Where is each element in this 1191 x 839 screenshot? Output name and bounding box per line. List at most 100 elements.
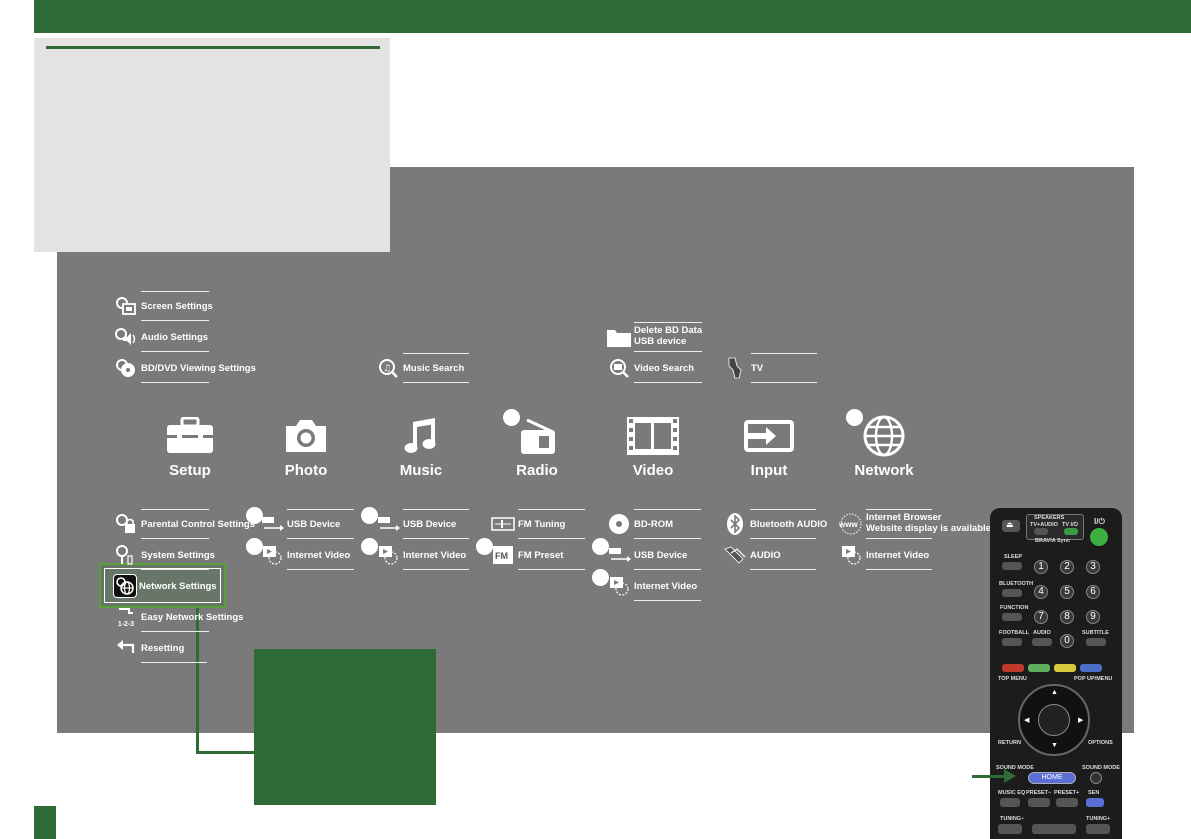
tuning-plus-button[interactable] (1086, 824, 1110, 834)
internet-browser-line1: Internet Browser (866, 512, 942, 523)
menu-item-system-settings[interactable]: System Settings (113, 540, 215, 570)
category-setup[interactable]: Setup (140, 412, 240, 479)
bluetooth-button[interactable] (1002, 589, 1022, 597)
input-icon (719, 412, 819, 460)
tv-audio-button[interactable] (1034, 528, 1048, 535)
menu-item-bd-dvd-viewing-settings[interactable]: BD/DVD Viewing Settings (113, 353, 256, 383)
category-label: Setup (169, 462, 211, 479)
menu-item-photo-internet-video[interactable]: Internet Video (259, 540, 354, 570)
menu-item-music-internet-video[interactable]: Internet Video (375, 540, 469, 570)
subtitle-label: SUBTITLE (1082, 630, 1109, 636)
return-label: RETURN (998, 740, 1021, 746)
right-arrow-icon: ▶ (1078, 717, 1084, 724)
category-video[interactable]: Video (603, 412, 703, 479)
category-input[interactable]: Input (719, 412, 819, 479)
menu-item-resetting[interactable]: Resetting (113, 633, 207, 663)
green-button[interactable] (1028, 664, 1050, 672)
folder-icon (606, 325, 632, 349)
power-label: I/⏻ (1094, 517, 1105, 526)
svg-text:FM: FM (495, 551, 508, 561)
category-radio[interactable]: Radio (487, 412, 587, 479)
sound-mode-plus-button[interactable] (1090, 772, 1102, 784)
indicator-dot (503, 409, 520, 426)
menu-item-tv[interactable]: TV (723, 353, 817, 383)
number-3-button[interactable]: 3 (1086, 560, 1100, 574)
menu-item-audio-input[interactable]: AUDIO (722, 540, 816, 570)
audio-button[interactable] (1032, 638, 1052, 646)
internet-browser-line2: Website display is available (866, 523, 991, 534)
usb-icon (375, 512, 401, 536)
menu-item-network-internet-video[interactable]: Internet Video (838, 540, 932, 570)
red-button[interactable] (1002, 664, 1024, 672)
remote-control: ⏏ SPEAKERS TV+AUDIO TV I/⏻ BRAVIA Sync I… (990, 508, 1122, 839)
music-search-icon: ♫ (375, 356, 401, 380)
number-0-button[interactable]: 0 (1060, 634, 1074, 648)
number-6-button[interactable]: 6 (1086, 585, 1100, 599)
category-photo[interactable]: Photo (256, 412, 356, 479)
subtitle-button[interactable] (1086, 638, 1106, 646)
sen-button[interactable] (1086, 798, 1104, 807)
function-button[interactable] (1002, 613, 1022, 621)
eject-button[interactable]: ⏏ (1002, 520, 1020, 532)
network-settings-icon (113, 574, 137, 598)
menu-item-video-search[interactable]: Video Search (606, 353, 702, 383)
up-arrow-icon: ▲ (1051, 689, 1058, 696)
preset-plus-label: PRESET+ (1054, 790, 1080, 796)
menu-item-bd-rom[interactable]: BD-ROM (606, 509, 701, 539)
fm-tuning-icon (490, 512, 516, 536)
usb-icon (606, 543, 632, 567)
internet-video-icon (375, 543, 401, 567)
home-button[interactable]: HOME (1028, 772, 1076, 784)
number-8-button[interactable]: 8 (1060, 610, 1074, 624)
preset-minus-label: PRESET− (1026, 790, 1052, 796)
menu-item-music-usb-device[interactable]: USB Device (375, 509, 469, 539)
sleep-button[interactable] (1002, 562, 1022, 570)
number-5-button[interactable]: 5 (1060, 585, 1074, 599)
enter-button[interactable] (1038, 704, 1070, 736)
sleep-label: SLEEP (1004, 554, 1023, 560)
menu-item-screen-settings[interactable]: Screen Settings (113, 291, 213, 321)
bd-dvd-settings-icon (113, 356, 139, 380)
number-7-button[interactable]: 7 (1034, 610, 1048, 624)
menu-item-parental-control-settings[interactable]: Parental Control Settings (113, 509, 255, 539)
down-arrow-icon: ▼ (1051, 742, 1058, 749)
power-button[interactable] (1090, 528, 1108, 546)
popup-menu-label: POP UP/MENU (1074, 676, 1113, 682)
tuning-minus-button[interactable] (998, 824, 1022, 834)
menu-item-audio-settings[interactable]: Audio Settings (113, 322, 209, 352)
preset-minus-button[interactable] (1028, 798, 1050, 807)
bravia-sync-label: BRAVIA Sync (1035, 538, 1071, 544)
indicator-dot (246, 538, 263, 555)
menu-item-video-internet-video[interactable]: Internet Video (606, 571, 701, 601)
tuning-minus-label: TUNING− (1000, 816, 1025, 822)
menu-item-network-settings[interactable]: Network Settings (113, 571, 217, 601)
category-music[interactable]: Music (371, 412, 471, 479)
play-button[interactable] (1032, 824, 1076, 834)
music-eq-button[interactable] (1000, 798, 1020, 807)
menu-item-fm-tuning[interactable]: FM Tuning (490, 509, 585, 539)
indicator-dot (361, 507, 378, 524)
disc-icon (606, 512, 632, 536)
screen-settings-icon (113, 294, 139, 318)
number-9-button[interactable]: 9 (1086, 610, 1100, 624)
football-button[interactable] (1002, 638, 1022, 646)
yellow-button[interactable] (1054, 664, 1076, 672)
menu-item-bluetooth-audio[interactable]: Bluetooth AUDIO (722, 509, 827, 539)
menu-item-video-usb-device[interactable]: USB Device (606, 540, 701, 570)
menu-item-photo-usb-device[interactable]: USB Device (259, 509, 354, 539)
internet-video-icon (606, 574, 632, 598)
menu-item-delete-bd-data[interactable]: Delete BD Data USB device (606, 322, 702, 352)
number-1-button[interactable]: 1 (1034, 560, 1048, 574)
tv-power-button[interactable] (1064, 528, 1078, 535)
preset-plus-button[interactable] (1056, 798, 1078, 807)
audio-cable-icon (722, 543, 748, 567)
menu-item-music-search[interactable]: ♫ Music Search (375, 353, 469, 383)
menu-item-easy-network-settings[interactable]: 1-2-3 Easy Network Settings (113, 602, 243, 632)
direction-pad[interactable]: ▲ ▼ ◀ ▶ (1018, 684, 1090, 756)
number-4-button[interactable]: 4 (1034, 585, 1048, 599)
number-2-button[interactable]: 2 (1060, 560, 1074, 574)
menu-item-internet-browser[interactable]: www Internet Browser Website display is a… (838, 509, 991, 539)
function-label: FUNCTION (1000, 605, 1029, 611)
blue-button[interactable] (1080, 664, 1102, 672)
menu-item-fm-preset[interactable]: FM FM Preset (490, 540, 585, 570)
